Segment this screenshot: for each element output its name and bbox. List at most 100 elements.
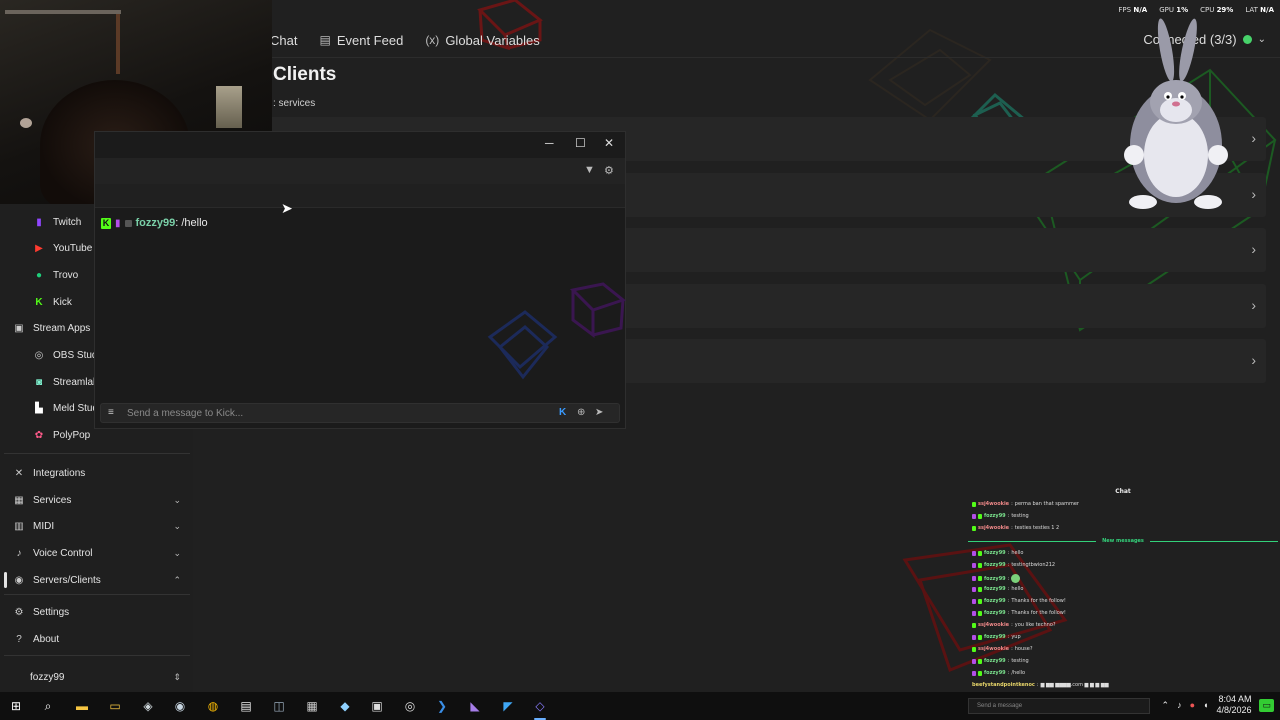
folder-icon[interactable]: ▭	[106, 697, 124, 715]
windows-taskbar: ⊞ ⌕ ▬ ▭ ◈ ◉ ◍ ▤ ◫ ▦ ◆ ▣ ◎ ❯ ◣ ◤ ◇ Send a…	[0, 692, 1280, 720]
chat-message-input[interactable]	[127, 405, 547, 421]
nav-event-feed[interactable]: ▤ Event Feed	[319, 33, 403, 48]
chat-header-strip	[95, 184, 625, 208]
youtube-icon: ▶	[35, 242, 43, 254]
door-edge	[116, 14, 120, 74]
obs-icon[interactable]: ◎	[401, 697, 419, 715]
steam-icon[interactable]: ◉	[171, 697, 189, 715]
decorative-cube-purple	[569, 282, 627, 338]
chat-username[interactable]: fozzy99	[136, 217, 176, 229]
app-icon[interactable]: ◈	[139, 697, 157, 715]
send-icon[interactable]: ➤	[595, 407, 603, 418]
sidebar-item-midi[interactable]: ▥ MIDI ⌄	[0, 514, 193, 538]
visual-studio-icon[interactable]: ◣	[466, 697, 484, 715]
chevron-up-icon: ⌃	[173, 574, 181, 585]
sidebar-divider	[4, 655, 190, 656]
chat-toolbar: ▼ ⚙	[95, 158, 625, 184]
sidebar-item-integrations[interactable]: ✕ Integrations	[0, 461, 193, 485]
terminal-icon[interactable]: ▣	[368, 697, 386, 715]
sidebar-item-services[interactable]: ▦ Services ⌄	[0, 488, 193, 512]
variable-icon: (x)	[425, 33, 440, 47]
gear-icon: ⚙	[14, 606, 24, 618]
close-icon[interactable]: ✕	[604, 136, 614, 150]
menu-icon[interactable]: ≡	[108, 407, 114, 418]
chat-popout-window: ─ ☐ ✕ ▼ ⚙ K ▮ fozzy99: /hello ≡ K ⊕ ➤	[94, 131, 627, 429]
chrome-icon[interactable]: ◍	[204, 697, 222, 715]
decorative-cube-faint	[868, 28, 992, 122]
gear-icon[interactable]: ⚙	[604, 164, 614, 177]
overlay-chat-message: fozzy99: yup	[972, 634, 1021, 640]
services-icon: ▦	[14, 494, 24, 506]
background-window	[216, 86, 242, 128]
meld-icon: ▙	[35, 402, 43, 414]
kick-icon	[972, 501, 976, 507]
kick-platform-icon[interactable]: K	[559, 407, 566, 418]
nav-global-variables-label: Global Variables	[445, 32, 540, 48]
globe-icon[interactable]: ⊕	[577, 407, 585, 418]
page-subtitle: : services	[273, 98, 316, 109]
app-icon[interactable]: ◆	[336, 697, 354, 715]
overlay-chat-message: fozzy99: testingtbwion212	[972, 562, 1055, 568]
vscode-icon[interactable]: ◤	[499, 697, 517, 715]
sidebar-item-voice-control[interactable]: ♪ Voice Control ⌄	[0, 541, 193, 565]
window-titlebar[interactable]: ─ ☐ ✕	[95, 132, 625, 154]
server-icon[interactable]: ◫	[270, 697, 288, 715]
sidebar-item-about[interactable]: ? About	[0, 627, 193, 651]
overlay-chat-message: fozzy99: hello	[972, 550, 1023, 556]
bunny-character-image	[1124, 18, 1228, 209]
sidebar-item-label: Servers/Clients	[33, 574, 101, 586]
windows-start-icon[interactable]: ⊞	[7, 697, 25, 715]
powershell-icon[interactable]: ❯	[433, 697, 451, 715]
microphone-badge-icon: ▮	[115, 217, 121, 229]
microphone-icon[interactable]: ♪	[1177, 700, 1182, 710]
chevron-down-icon: ⌄	[173, 547, 181, 558]
chat-input-bar: ≡ K ⊕ ➤	[100, 403, 620, 423]
kick-icon	[972, 525, 976, 531]
chevron-right-icon: ›	[1251, 130, 1256, 146]
page-title: Clients	[273, 64, 337, 85]
sidebar-item-label: Stream Apps	[33, 322, 91, 334]
volume-icon[interactable]: ◖	[1203, 700, 1208, 710]
overlay-chat-message: fozzy99: Thanks for the follow!	[972, 598, 1066, 604]
calculator-icon[interactable]: ▦	[303, 697, 321, 715]
sidebar-item-label: Integrations	[33, 467, 86, 479]
minimize-icon[interactable]: ─	[545, 136, 554, 150]
connected-indicator-icon	[1242, 35, 1252, 44]
midi-icon: ▥	[14, 520, 24, 532]
overlay-chat-input[interactable]: Send a message	[968, 698, 1150, 714]
chevron-up-icon[interactable]: ⌃	[1162, 700, 1170, 711]
new-messages-divider: New messages	[968, 537, 1278, 545]
nav-chat[interactable]: Chat	[270, 33, 297, 48]
search-icon[interactable]: ⌕	[39, 697, 57, 715]
overlay-chat-message: ssj4wookie: testies testies 1 2	[972, 525, 1059, 531]
chevron-right-icon: ›	[1251, 296, 1256, 313]
maximize-icon[interactable]: ☐	[575, 136, 586, 150]
polypop-icon: ✿	[34, 429, 44, 441]
filter-icon[interactable]: ▼	[584, 164, 595, 176]
twitch-icon: ▮	[36, 216, 42, 228]
user-switcher[interactable]: fozzy99 ⇕	[0, 665, 193, 689]
sidebar-item-settings[interactable]: ⚙ Settings	[0, 600, 193, 624]
integrations-icon: ✕	[14, 467, 24, 479]
sidebar-item-label: About	[33, 633, 60, 645]
sidebar-divider	[4, 453, 190, 454]
overlay-chat-widget: Chat ssj4wookie: perma ban that spammer …	[968, 486, 1280, 692]
tray-app-icon[interactable]: ●	[1190, 700, 1195, 710]
trovo-icon: ●	[35, 269, 43, 281]
lat-readout: LAT N/A	[1245, 6, 1274, 14]
notification-icon[interactable]: ▭	[1259, 698, 1274, 712]
document-icon[interactable]: ▤	[237, 697, 255, 715]
clock[interactable]: 8:04 AM 4/8/2026	[1216, 694, 1251, 716]
sidebar-item-label: Trovo	[53, 269, 79, 281]
sidebar-item-servers-clients[interactable]: ◉ Servers/Clients ⌃	[0, 568, 193, 592]
file-explorer-icon[interactable]: ▬	[73, 697, 91, 715]
camera-icon: ▣	[14, 322, 24, 334]
nav-global-variables[interactable]: (x) Global Variables	[425, 33, 539, 48]
sidebar-item-label: Twitch	[53, 216, 82, 228]
chevron-down-icon: ⌄	[173, 520, 181, 531]
streamer-app-icon[interactable]: ◇	[531, 697, 549, 715]
streamlabs-icon: ◙	[35, 376, 43, 388]
overlay-chat-title: Chat	[1115, 488, 1131, 495]
badge-icon	[124, 219, 132, 227]
clock-time: 8:04 AM	[1218, 694, 1252, 704]
